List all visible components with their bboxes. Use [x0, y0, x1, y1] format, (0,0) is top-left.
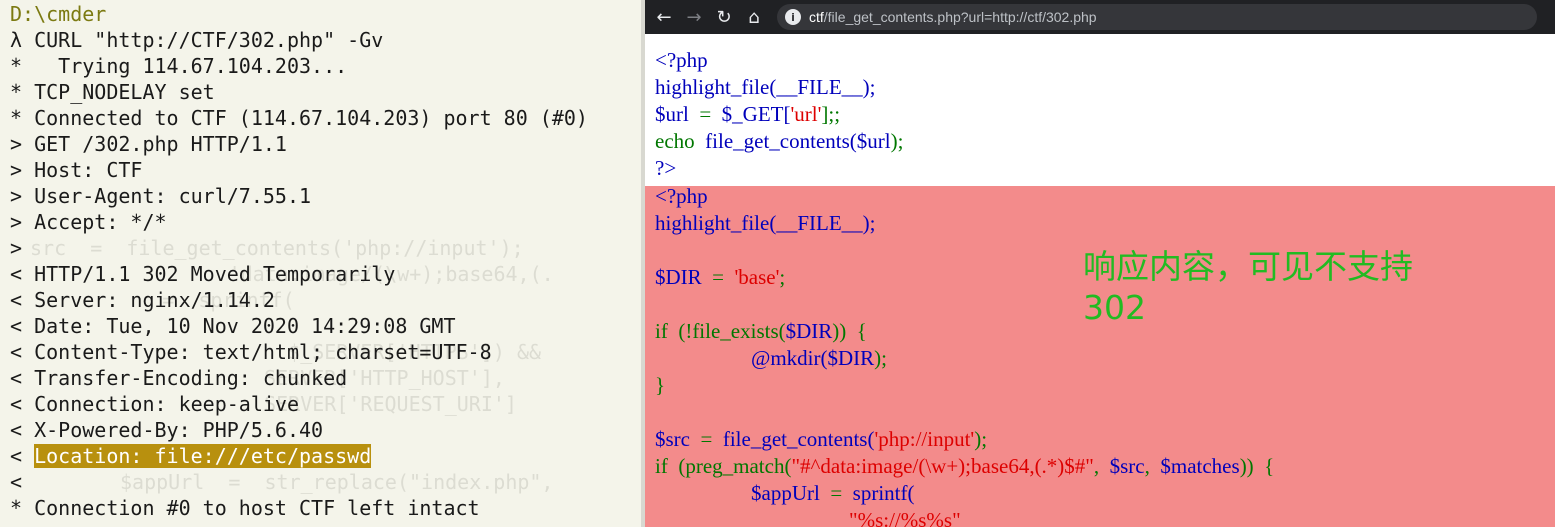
terminal-line: * Trying 114.67.104.203... [10, 54, 348, 78]
terminal-line: * Connected to CTF (114.67.104.203) port… [10, 106, 588, 130]
terminal-line: < HTTP/1.1 302 Moved Temporarily [10, 262, 396, 286]
terminal-line: > Accept: */* [10, 210, 167, 234]
code-line: $DIR = 'base'; [655, 265, 786, 289]
terminal-line: < [10, 470, 23, 494]
url-path: /file_get_contents.php?url=http://ctf/30… [823, 9, 1097, 25]
code-line: ?> [655, 156, 677, 180]
code-line: $url = $_GET['url'];; [655, 102, 841, 126]
code-line: highlight_file(__FILE__); [655, 211, 876, 235]
ghost-text: src = file_get_contents('php://input'); [30, 236, 524, 260]
code-line: "%s://%s%s" [849, 508, 961, 527]
home-icon[interactable]: ⌂ [739, 0, 769, 34]
source-code-view: <?php highlight_file(__FILE__); $url = $… [645, 34, 1555, 186]
code-line: } [655, 373, 666, 397]
browser-window: ← → ↻ ⌂ i ctf/file_get_contents.php?url=… [645, 0, 1555, 527]
code-line: <?php [655, 48, 708, 72]
annotation-line: 302 [1083, 288, 1146, 327]
terminal-line: > Host: CTF [10, 158, 143, 182]
code-line: if (!file_exists($DIR)) { [655, 319, 867, 343]
code-line: echo file_get_contents($url); [655, 129, 904, 153]
terminal-line: < Transfer-Encoding: chunked [10, 366, 348, 390]
terminal-line: < Server: nginx/1.14.2 [10, 288, 275, 312]
terminal-line: < Connection: keep-alive [10, 392, 299, 416]
code-line: highlight_file(__FILE__); [655, 75, 876, 99]
code-line: $src = file_get_contents('php://input'); [655, 427, 988, 451]
terminal-line: > User-Agent: curl/7.55.1 [10, 184, 312, 208]
terminal-line: < Content-Type: text/html; charset=UTF-8 [10, 340, 492, 364]
location-prefix: < [10, 444, 35, 468]
code-line: if (preg_match("#^data:image/(\w+);base6… [655, 454, 1275, 478]
browser-toolbar: ← → ↻ ⌂ i ctf/file_get_contents.php?url=… [645, 0, 1555, 34]
address-bar[interactable]: i ctf/file_get_contents.php?url=http://c… [777, 4, 1537, 30]
reload-icon[interactable]: ↻ [709, 0, 739, 34]
terminal-line: > [10, 236, 23, 260]
terminal-line: λ CURL "http://CTF/302.php" -Gv [10, 28, 384, 52]
terminal-window[interactable]: src = file_get_contents('php://input'); … [0, 0, 643, 527]
code-line: $appUrl = sprintf( [751, 481, 915, 505]
annotation-line: 响应内容，可见不支持 [1083, 247, 1413, 286]
url-host: ctf [809, 9, 824, 25]
code-line: @mkdir($DIR); [751, 346, 887, 370]
terminal-line: < X-Powered-By: PHP/5.6.40 [10, 418, 324, 442]
terminal-line: < Date: Tue, 10 Nov 2020 14:29:08 GMT [10, 314, 456, 338]
forward-arrow-icon[interactable]: → [679, 0, 709, 34]
terminal-line: * Connection #0 to host CTF left intact [10, 496, 480, 520]
response-content-view: <?php highlight_file(__FILE__); $DIR = '… [645, 186, 1555, 527]
code-line: <?php [655, 186, 708, 208]
back-arrow-icon[interactable]: ← [649, 0, 679, 34]
site-info-icon[interactable]: i [785, 9, 801, 25]
annotation-text: 响应内容，可见不支持 302 [1083, 246, 1483, 328]
terminal-cwd: D:\cmder [10, 2, 107, 26]
location-header-highlight: Location: file:///etc/passwd [34, 444, 372, 468]
ghost-text: $appUrl = str_replace("index.php", [120, 470, 554, 494]
terminal-line: > GET /302.php HTTP/1.1 [10, 132, 287, 156]
terminal-line-location: < Location: file:///etc/passwd [10, 443, 372, 469]
terminal-line: * TCP_NODELAY set [10, 80, 215, 104]
